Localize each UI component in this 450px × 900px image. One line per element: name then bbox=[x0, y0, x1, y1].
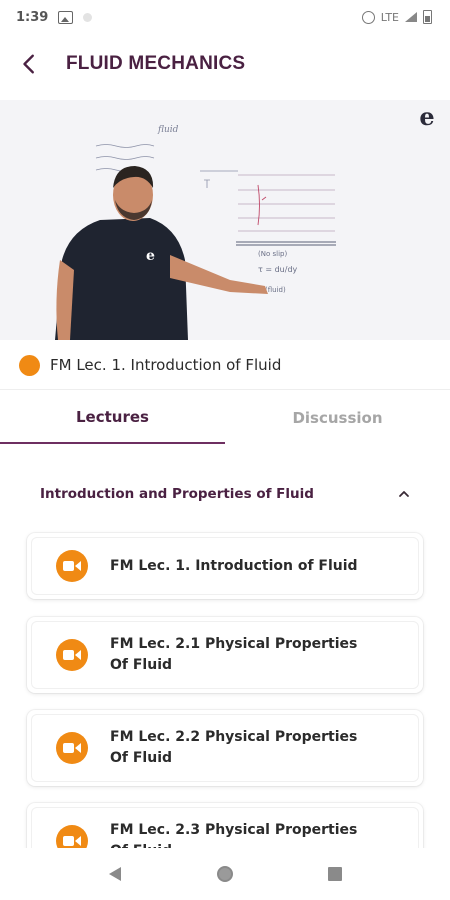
alarm-icon bbox=[361, 10, 375, 24]
status-bar: 1:39 LTE bbox=[0, 0, 450, 34]
gallery-icon bbox=[58, 10, 74, 24]
lecture-card[interactable]: FM Lec. 2.2 Physical Properties Of Fluid bbox=[27, 710, 423, 786]
tab-lectures[interactable]: Lectures bbox=[0, 392, 225, 444]
nav-recents-button[interactable] bbox=[315, 854, 355, 894]
video-frame-image: fluid (No slip) τ = du/dy (fluid) e bbox=[0, 100, 450, 340]
video-camera-icon bbox=[56, 550, 88, 582]
back-button[interactable] bbox=[2, 36, 58, 92]
tab-discussion[interactable]: Discussion bbox=[225, 392, 450, 444]
lecture-title: FM Lec. 2.2 Physical Properties Of Fluid bbox=[110, 729, 358, 766]
battery-icon bbox=[423, 10, 432, 24]
svg-text:(fluid): (fluid) bbox=[265, 286, 286, 294]
lecture-title: FM Lec. 2.1 Physical Properties Of Fluid bbox=[110, 636, 358, 673]
lecture-card[interactable]: FM Lec. 2.1 Physical Properties Of Fluid bbox=[27, 617, 423, 693]
now-playing-title: FM Lec. 1. Introduction of Fluid bbox=[50, 356, 282, 374]
lecture-card[interactable]: FM Lec. 1. Introduction of Fluid bbox=[27, 533, 423, 599]
triangle-back-icon bbox=[109, 867, 121, 881]
nav-home-button[interactable] bbox=[205, 854, 245, 894]
network-label: LTE bbox=[380, 10, 399, 24]
back-arrow-icon bbox=[23, 54, 34, 74]
section-header[interactable]: Introduction and Properties of Fluid bbox=[40, 476, 420, 512]
app-bar: FLUID MECHANICS bbox=[0, 34, 450, 94]
system-nav-bar bbox=[0, 848, 450, 900]
chevron-up-icon bbox=[399, 491, 409, 497]
now-playing-indicator-icon bbox=[19, 354, 40, 376]
tab-bar: Lectures Discussion bbox=[0, 392, 450, 444]
recents-square-icon bbox=[328, 867, 342, 881]
page-title: FLUID MECHANICS bbox=[66, 53, 246, 74]
home-circle-icon bbox=[217, 866, 233, 882]
brand-logo: e bbox=[412, 102, 442, 131]
status-icons: LTE bbox=[361, 10, 432, 24]
notification-dot-icon bbox=[83, 12, 93, 22]
nav-back-button[interactable] bbox=[95, 854, 135, 894]
signal-icon bbox=[405, 12, 417, 22]
status-time: 1:39 bbox=[16, 9, 49, 25]
svg-text:τ = du/dy: τ = du/dy bbox=[258, 265, 298, 274]
video-camera-icon bbox=[56, 639, 88, 671]
video-camera-icon bbox=[56, 732, 88, 764]
brand-logo-mark: e bbox=[419, 102, 435, 131]
svg-text:e: e bbox=[146, 248, 155, 264]
svg-text:fluid: fluid bbox=[157, 125, 179, 135]
section-title: Introduction and Properties of Fluid bbox=[40, 486, 314, 502]
svg-text:(No slip): (No slip) bbox=[258, 250, 287, 258]
lecture-title: FM Lec. 1. Introduction of Fluid bbox=[110, 557, 358, 574]
video-player[interactable]: fluid (No slip) τ = du/dy (fluid) e e bbox=[0, 100, 450, 340]
now-playing-bar: FM Lec. 1. Introduction of Fluid bbox=[0, 341, 450, 390]
